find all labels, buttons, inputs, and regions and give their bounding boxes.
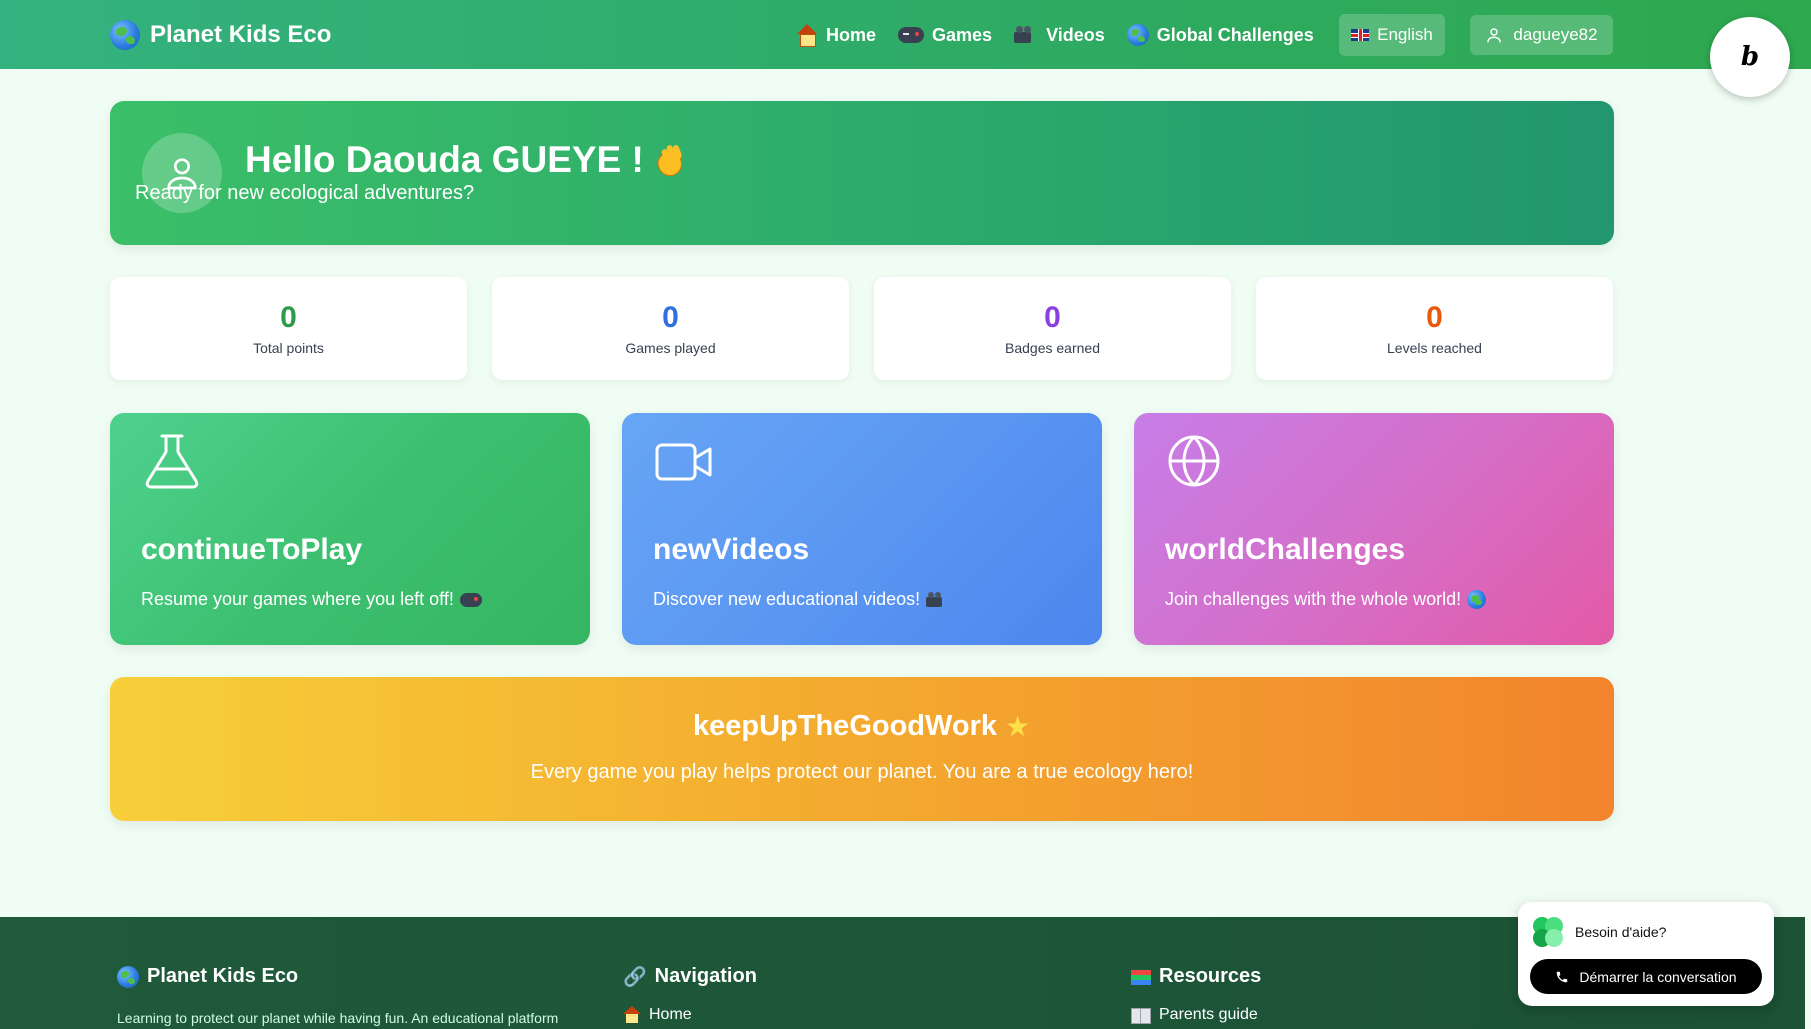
nav-home[interactable]: Home [796,24,877,47]
card-title: worldChallenges [1165,533,1406,566]
nav-global-challenges-label: Global Challenges [1156,24,1314,45]
language-button[interactable]: English [1339,14,1445,56]
card-new-videos[interactable]: newVideos Discover new educational video… [622,413,1102,645]
nav-games[interactable]: Games [898,25,992,46]
user-menu-button[interactable]: dagueye82 [1470,15,1613,55]
banner-title-text: keepUpTheGoodWork [693,710,997,742]
footer-about-column: Planet Kids Eco Learning to protect our … [117,965,558,1026]
waving-hand-icon [654,144,684,176]
nav-videos-label: Videos [1046,24,1105,45]
nav-videos[interactable]: Videos [1014,25,1105,46]
house-icon [796,24,818,47]
open-book-icon [1131,1008,1151,1024]
stat-value: 0 [662,301,679,334]
banner-title: keepUpTheGoodWork [110,710,1614,743]
bolt-badge[interactable]: b [1710,17,1790,97]
uk-flag-icon [1351,29,1370,41]
footer-resources-column: Resources Parents guide [1131,965,1261,1024]
help-question: Besoin d'aide? [1575,924,1667,940]
stat-levels-reached: 0 Levels reached [1256,277,1613,380]
stat-value: 0 [1044,301,1061,334]
start-conversation-button[interactable]: Démarrer la conversation [1530,959,1762,994]
nav-home-label: Home [826,24,877,45]
card-description: Resume your games where you left off! [141,589,482,610]
card-title: newVideos [653,533,810,566]
card-world-challenges[interactable]: worldChallenges Join challenges with the… [1134,413,1614,645]
footer-navigation-column: 🔗 Navigation Home [623,965,757,1024]
link-icon: 🔗 [623,966,647,988]
brand-name: Planet Kids Eco [150,21,332,48]
house-icon [623,1006,641,1024]
stat-games-played: 0 Games played [492,277,849,380]
footer-about-text: Learning to protect our planet while hav… [117,1010,559,1026]
welcome-subtitle: Ready for new ecological adventures? [135,182,475,204]
card-description: Join challenges with the whole world! [1165,589,1487,610]
globe-icon [1467,590,1487,609]
top-navbar: Planet Kids Eco Home Games Videos Global… [0,0,1811,69]
clover-logo-icon [1533,917,1563,947]
nav-games-label: Games [932,24,993,45]
stat-label: Badges earned [1005,340,1100,356]
motivation-banner: keepUpTheGoodWork Every game you play he… [110,677,1614,821]
books-icon [1131,968,1151,986]
main-nav: Home Games Videos Global Challenges [796,16,1314,54]
globe-icon [110,20,140,50]
banner-subtitle: Every game you play helps protect our pl… [530,761,1194,783]
stat-total-points: 0 Total points [110,277,467,380]
footer-link-home-label: Home [649,1006,692,1023]
nav-global-challenges[interactable]: Global Challenges [1126,24,1314,46]
stat-label: Levels reached [1387,340,1482,356]
footer-resources-heading: Resources [1131,965,1261,988]
user-icon [1487,28,1502,43]
card-description-text: Join challenges with the whole world! [1165,589,1462,609]
bolt-badge-letter: b [1740,42,1760,72]
flask-icon [145,434,199,489]
footer-link-home[interactable]: Home [623,1006,757,1024]
footer-link-parents-guide[interactable]: Parents guide [1131,1006,1261,1024]
card-description-text: Discover new educational videos! [653,589,921,609]
stat-label: Games played [625,340,716,356]
footer-resources-title: Resources [1159,965,1262,987]
welcome-hero: Hello Daouda GUEYE ! [110,101,1614,245]
language-label: English [1377,25,1433,44]
footer-brand-name: Planet Kids Eco [147,965,299,987]
camera-icon [926,591,948,608]
star-icon [1005,710,1031,743]
globe-icon [117,965,139,988]
card-description-text: Resume your games where you left off! [141,589,454,609]
gamepad-icon [898,27,925,43]
stat-badges-earned: 0 Badges earned [874,277,1231,380]
phone-icon [1557,971,1568,982]
globe-icon [1126,24,1149,46]
username: dagueye82 [1513,25,1598,44]
welcome-title: Hello Daouda GUEYE ! [245,139,684,181]
footer-link-parents-guide-label: Parents guide [1159,1006,1258,1023]
help-chat-widget: Besoin d'aide? Démarrer la conversation [1518,902,1774,1006]
gamepad-icon [459,592,482,607]
card-title: continueToPlay [141,533,363,566]
footer-navigation-title: Navigation [654,965,757,987]
stat-label: Total points [253,340,324,356]
globe-outline-icon [1168,435,1220,487]
brand-logo[interactable]: Planet Kids Eco [110,18,331,52]
camera-icon [1014,26,1038,44]
stat-value: 0 [280,301,297,334]
footer-brand: Planet Kids Eco [117,965,558,988]
welcome-text: Hello Daouda GUEYE ! [245,139,644,180]
start-conversation-label: Démarrer la conversation [1579,968,1737,985]
stat-value: 0 [1426,301,1443,334]
footer-navigation-heading: 🔗 Navigation [623,965,757,988]
card-description: Discover new educational videos! [653,589,948,610]
card-continue-to-play[interactable]: continueToPlay Resume your games where y… [110,413,590,645]
video-icon [655,443,712,481]
